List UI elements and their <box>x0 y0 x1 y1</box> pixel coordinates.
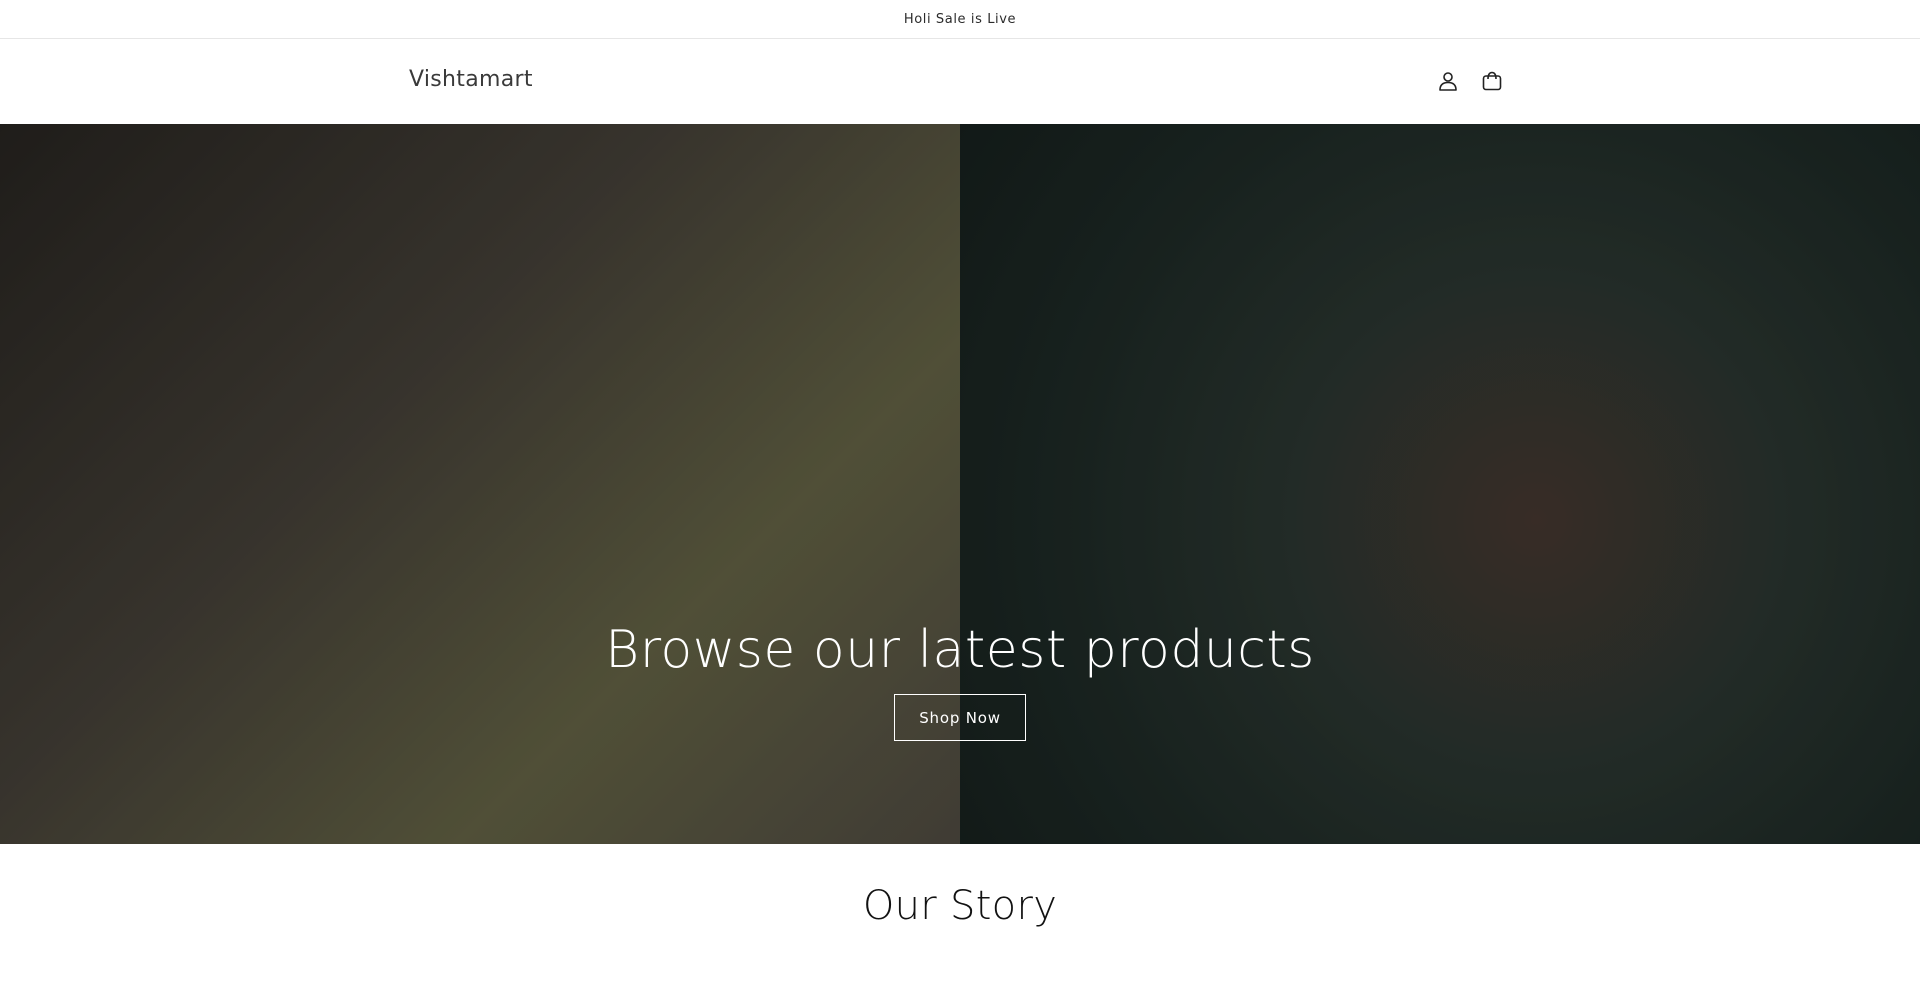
shop-now-button[interactable]: Shop Now <box>894 694 1026 741</box>
store-logo[interactable]: Vishtamart <box>409 67 533 92</box>
cart-button[interactable] <box>1477 66 1507 96</box>
account-button[interactable] <box>1433 66 1463 96</box>
hero-banner: Browse our latest products Shop Now <box>0 124 1920 844</box>
story-heading: Our Story <box>862 883 1058 929</box>
hero-title: Browse our latest products <box>605 620 1315 680</box>
hero-content: Browse our latest products Shop Now <box>0 124 1920 844</box>
announcement-bar: Holi Sale is Live <box>0 0 1920 39</box>
cart-icon <box>1482 71 1502 91</box>
announcement-text: Holi Sale is Live <box>903 11 1017 27</box>
user-icon <box>1439 72 1457 91</box>
site-header: Vishtamart <box>0 39 1920 124</box>
